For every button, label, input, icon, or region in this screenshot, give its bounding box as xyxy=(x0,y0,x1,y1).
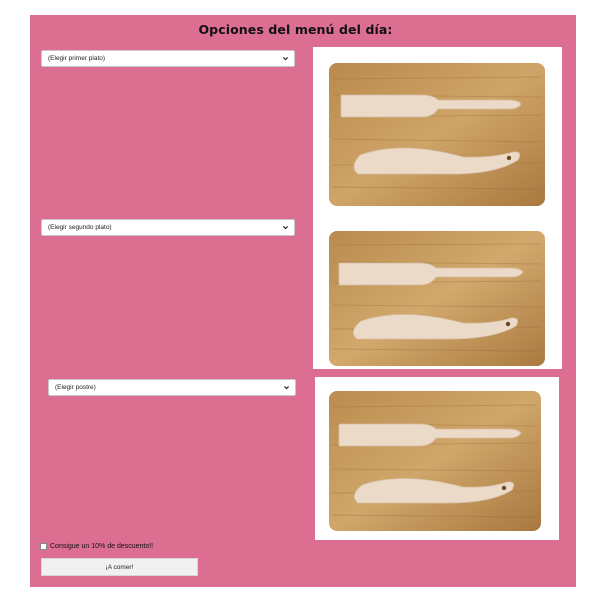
chevron-down-icon xyxy=(284,386,289,390)
chevron-down-icon xyxy=(283,226,288,230)
dessert-select[interactable]: (Elegir postre) xyxy=(48,379,296,396)
cutting-board-image xyxy=(329,231,545,366)
dessert-photo xyxy=(315,377,559,540)
second-course-select-value: (Elegir segundo plato) xyxy=(48,224,112,231)
first-course-photo xyxy=(313,47,562,217)
chevron-down-icon xyxy=(283,57,288,61)
second-course-select[interactable]: (Elegir segundo plato) xyxy=(41,219,295,236)
submit-button[interactable]: ¡A comer! xyxy=(41,558,198,576)
discount-label: Consigue un 10% de descuento!! xyxy=(50,543,154,550)
page-title: Opciones del menú del día: xyxy=(198,22,393,37)
first-course-select-value: (Elegir primer plato) xyxy=(48,55,106,62)
discount-option[interactable]: Consigue un 10% de descuento!! xyxy=(40,543,153,550)
dessert-select-value: (Elegir postre) xyxy=(55,384,96,391)
second-course-photo xyxy=(313,217,562,369)
first-course-select[interactable]: (Elegir primer plato) xyxy=(41,50,295,67)
cutting-board-image xyxy=(329,391,541,531)
cutting-board-image xyxy=(329,63,545,206)
discount-checkbox[interactable] xyxy=(40,543,47,550)
